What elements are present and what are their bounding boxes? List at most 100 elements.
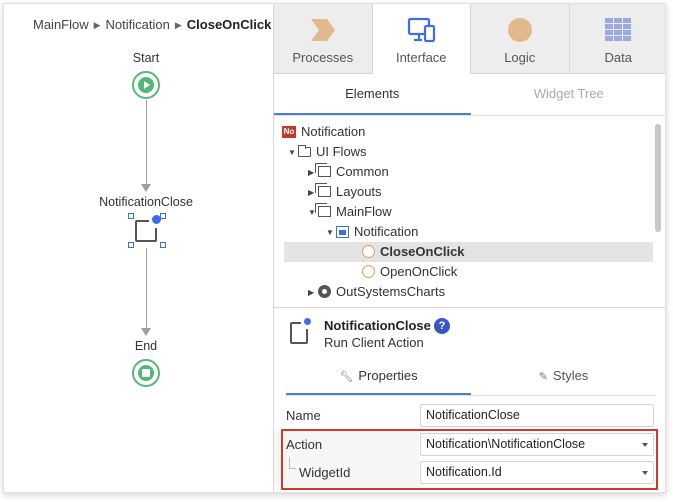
tab-processes-label: Processes bbox=[292, 50, 354, 65]
tab-interface[interactable]: Interface bbox=[372, 4, 471, 74]
start-node-label: Start bbox=[132, 51, 160, 65]
dependency-gear-icon bbox=[318, 285, 331, 299]
sub-tab-bar: Elements Widget Tree bbox=[274, 74, 666, 116]
tree-item-label: UI Flows bbox=[316, 144, 367, 159]
tab-processes[interactable]: Processes bbox=[274, 4, 373, 73]
tree-item-label: Notification bbox=[301, 124, 366, 139]
properties-tab-bar: 🔧︎ Properties ✎ Styles bbox=[286, 358, 656, 396]
tree-scrollbar[interactable] bbox=[655, 124, 661, 232]
action-select[interactable]: Notification\NotificationClose bbox=[420, 433, 654, 456]
panel-splitter[interactable] bbox=[274, 307, 665, 308]
data-grid-icon bbox=[605, 18, 632, 41]
interface-devices-icon bbox=[408, 17, 436, 43]
widgetid-select[interactable]: Notification.Id bbox=[420, 461, 654, 484]
tree-item-mainflow[interactable]: ▼ MainFlow bbox=[308, 202, 652, 222]
expanded-triangle-icon[interactable]: ▼ bbox=[326, 223, 336, 243]
brush-icon: ✎ bbox=[538, 371, 548, 383]
tree-item-outsystemscharts[interactable]: ▶ OutSystemsCharts bbox=[308, 282, 652, 302]
tree-item-openonclick[interactable]: OpenOnClick bbox=[362, 262, 652, 282]
tree-item-label: CloseOnClick bbox=[380, 244, 465, 259]
tab-logic[interactable]: Logic bbox=[471, 4, 570, 73]
name-field[interactable]: NotificationClose bbox=[420, 404, 654, 427]
ui-flow-icon bbox=[315, 203, 331, 218]
tab-properties[interactable]: 🔧︎ Properties bbox=[286, 358, 471, 395]
help-icon[interactable]: ? bbox=[434, 318, 450, 334]
right-panel: Processes Interface Logic Data Elements … bbox=[273, 4, 666, 492]
breadcrumb-item-notification[interactable]: Notification bbox=[106, 17, 170, 32]
property-label-action: Action bbox=[286, 437, 323, 452]
run-client-action-node[interactable] bbox=[135, 214, 162, 242]
tree-item-common[interactable]: ▶ Common bbox=[308, 162, 652, 182]
run-client-action-icon bbox=[290, 316, 313, 344]
properties-header: NotificationClose ? Run Client Action bbox=[286, 316, 656, 356]
processes-chevron-icon bbox=[310, 19, 335, 41]
elements-tree: No Notification ▼ UI Flows ▶ Common ▶ Layout… bbox=[274, 122, 654, 302]
chevron-down-icon bbox=[642, 471, 648, 475]
arrow-down-icon bbox=[141, 184, 151, 192]
property-row-name: Name NotificationClose bbox=[274, 402, 665, 430]
screen-block-icon bbox=[336, 225, 349, 238]
properties-subtitle: Run Client Action bbox=[324, 335, 424, 350]
ui-flow-icon bbox=[315, 183, 331, 198]
tab-data[interactable]: Data bbox=[570, 4, 666, 73]
stop-icon bbox=[138, 365, 154, 381]
flow-canvas[interactable]: MainFlow ▶ Notification ▶ CloseOnClick Start… bbox=[4, 4, 273, 492]
property-row-action: Action Notification\NotificationClose bbox=[274, 431, 665, 459]
tab-styles[interactable]: ✎ Styles bbox=[471, 358, 656, 395]
tree-item-label: OutSystemsCharts bbox=[336, 284, 446, 299]
client-action-dot-icon bbox=[302, 316, 313, 327]
breadcrumb-separator-icon: ▶ bbox=[174, 20, 182, 30]
tree-item-label: Common bbox=[336, 164, 389, 179]
tab-properties-label: Properties bbox=[358, 368, 418, 383]
end-node[interactable] bbox=[132, 359, 160, 387]
tab-logic-label: Logic bbox=[504, 50, 536, 65]
logic-circle-icon bbox=[507, 18, 532, 42]
property-row-widgetid: WidgetId Notification.Id bbox=[274, 457, 665, 487]
expanded-triangle-icon[interactable]: ▼ bbox=[288, 143, 298, 163]
module-no-icon: No bbox=[282, 125, 296, 138]
play-icon bbox=[138, 77, 154, 93]
start-node[interactable] bbox=[132, 71, 160, 99]
wrench-icon: 🔧︎ bbox=[339, 371, 354, 383]
end-node-label: End bbox=[134, 339, 158, 353]
ui-flow-icon bbox=[315, 163, 331, 178]
chevron-down-icon bbox=[642, 443, 648, 447]
tab-elements[interactable]: Elements bbox=[274, 74, 471, 115]
client-action-icon bbox=[362, 265, 375, 279]
selection-handle[interactable] bbox=[160, 213, 166, 219]
folder-icon bbox=[298, 144, 311, 157]
tab-data-label: Data bbox=[604, 50, 632, 65]
arrow-down-icon bbox=[141, 328, 151, 336]
tab-styles-label: Styles bbox=[552, 368, 589, 383]
tree-item-label: Layouts bbox=[336, 184, 382, 199]
selection-handle[interactable] bbox=[160, 242, 166, 248]
breadcrumb-separator-icon: ▶ bbox=[93, 20, 101, 30]
tree-item-closeonclick[interactable]: CloseOnClick bbox=[284, 242, 653, 262]
widgetid-select-value: Notification.Id bbox=[426, 465, 502, 479]
tree-item-label: OpenOnClick bbox=[380, 264, 458, 279]
breadcrumb-current: CloseOnClick bbox=[186, 17, 272, 32]
properties-title: NotificationClose bbox=[324, 318, 431, 333]
tree-item-label: Notification bbox=[354, 224, 419, 239]
collapsed-triangle-icon[interactable]: ▶ bbox=[308, 283, 318, 302]
top-tab-bar: Processes Interface Logic Data bbox=[274, 4, 666, 74]
tab-widget-tree[interactable]: Widget Tree bbox=[471, 74, 666, 115]
service-studio-window: MainFlow ▶ Notification ▶ CloseOnClick Start… bbox=[3, 3, 666, 493]
tree-item-notification-block[interactable]: ▼ Notification bbox=[326, 222, 652, 242]
breadcrumb: MainFlow ▶ Notification ▶ CloseOnClick bbox=[33, 17, 271, 32]
tree-item-notification-module[interactable]: No Notification bbox=[282, 122, 652, 142]
tree-item-label: MainFlow bbox=[336, 204, 392, 219]
property-label-widgetid: WidgetId bbox=[299, 465, 351, 480]
client-action-icon bbox=[362, 245, 375, 259]
flow-connector[interactable] bbox=[146, 248, 147, 330]
selection-handle[interactable] bbox=[128, 213, 134, 219]
flow-connector[interactable] bbox=[146, 100, 147, 186]
tree-item-layouts[interactable]: ▶ Layouts bbox=[308, 182, 652, 202]
tree-item-ui-flows[interactable]: ▼ UI Flows bbox=[288, 142, 652, 162]
selection-handle[interactable] bbox=[128, 242, 134, 248]
action-node-label: NotificationClose bbox=[99, 195, 193, 209]
action-select-value: Notification\NotificationClose bbox=[426, 437, 586, 451]
breadcrumb-item-mainflow[interactable]: MainFlow bbox=[33, 17, 89, 32]
tree-connector-line bbox=[289, 457, 296, 469]
tab-interface-label: Interface bbox=[395, 50, 447, 65]
